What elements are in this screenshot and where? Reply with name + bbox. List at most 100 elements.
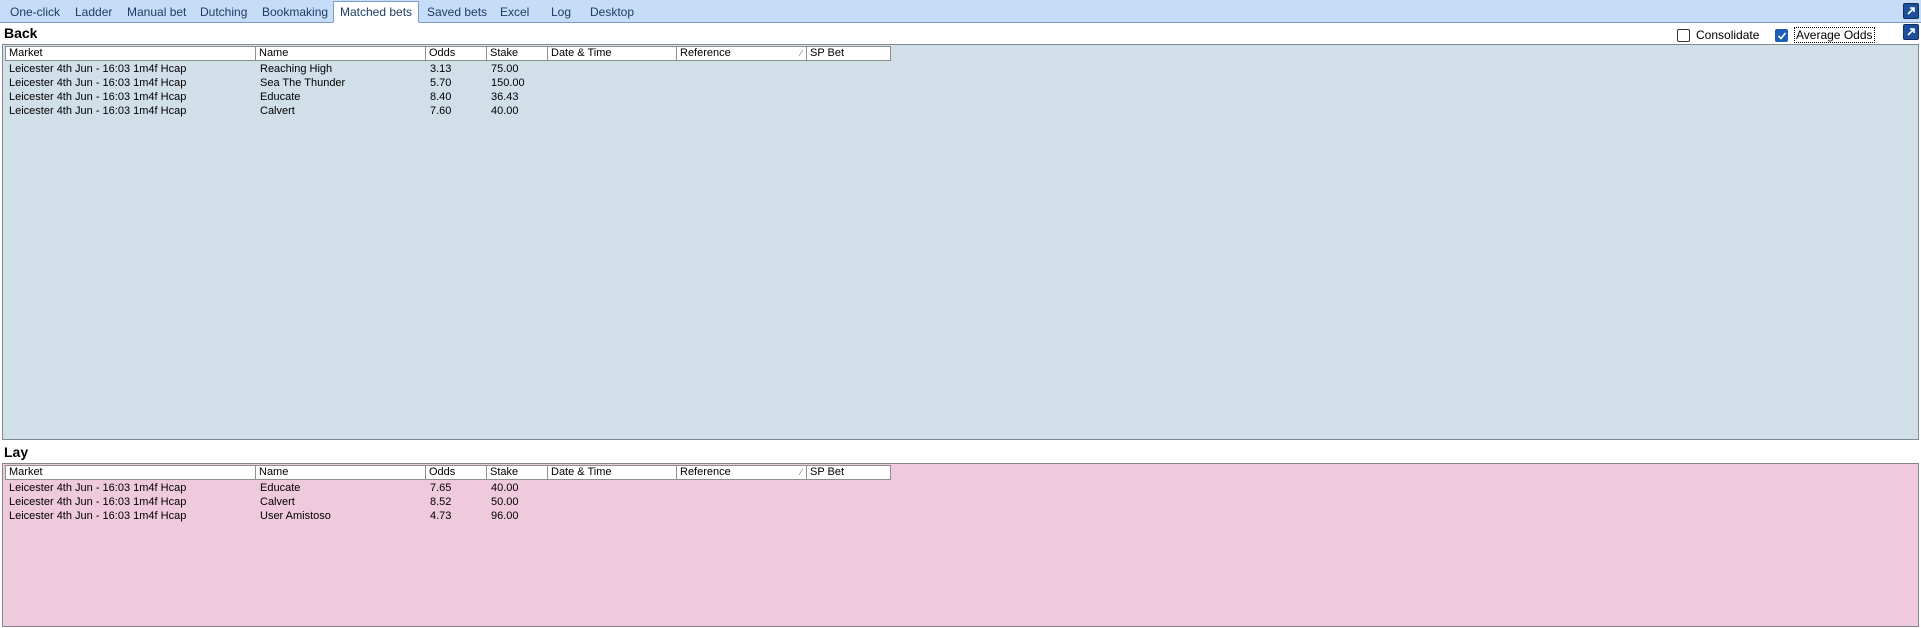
cell-datetime — [548, 481, 677, 495]
cell-sp-bet — [807, 62, 891, 76]
tab-matched-bets[interactable]: Matched bets — [333, 1, 420, 23]
lay-title: Lay — [4, 444, 29, 460]
cell-name: Educate — [260, 91, 301, 103]
pop-out-arrow-icon[interactable] — [1903, 3, 1919, 19]
column-header-stake[interactable]: Stake — [487, 465, 548, 480]
column-header-reference[interactable]: Reference ∕ — [677, 465, 807, 480]
cell-datetime — [548, 90, 677, 104]
tab-manual-bet[interactable]: Manual bet — [121, 2, 192, 22]
column-header-name[interactable]: Name — [256, 46, 426, 61]
pop-out-arrow-icon[interactable] — [1903, 24, 1919, 40]
cell-name: Reaching High — [260, 63, 333, 75]
column-header-reference-label: Reference — [680, 466, 731, 478]
checkmark-icon — [1777, 31, 1787, 40]
table-row[interactable]: Leicester 4th Jun - 16:03 1m4f Hcap Sea … — [5, 76, 891, 90]
cell-name: Calvert — [260, 496, 295, 508]
cell-stake: 40.00 — [491, 482, 519, 494]
column-header-reference[interactable]: Reference ∕ — [677, 46, 807, 61]
sort-indicator-icon: ∕ — [800, 467, 802, 477]
column-header-market[interactable]: Market — [5, 465, 256, 480]
cell-market: Leicester 4th Jun - 16:03 1m4f Hcap — [9, 482, 187, 494]
tab-bar: One-click Ladder Manual bet Dutching Boo… — [0, 0, 1921, 23]
tab-saved-bets[interactable]: Saved bets — [421, 2, 493, 22]
cell-datetime — [548, 76, 677, 90]
column-header-sp-bet[interactable]: SP Bet — [807, 465, 891, 480]
cell-odds: 3.13 — [430, 63, 452, 75]
cell-stake: 150.00 — [491, 77, 525, 89]
tab-log[interactable]: Log — [545, 2, 577, 22]
consolidate-checkbox[interactable] — [1677, 28, 1690, 42]
table-row[interactable]: Leicester 4th Jun - 16:03 1m4f Hcap Calv… — [5, 104, 891, 118]
back-grid-header: Market Name Odds Stake Date & Time Refer… — [5, 46, 891, 61]
tab-excel[interactable]: Excel — [494, 2, 535, 22]
column-header-market[interactable]: Market — [5, 46, 256, 61]
consolidate-option[interactable]: Consolidate — [1677, 27, 1759, 43]
back-title: Back — [4, 25, 38, 41]
column-header-sp-bet[interactable]: SP Bet — [807, 46, 891, 61]
tab-bookmaking[interactable]: Bookmaking — [256, 2, 334, 22]
table-row[interactable]: Leicester 4th Jun - 16:03 1m4f Hcap Educ… — [5, 90, 891, 104]
column-header-datetime[interactable]: Date & Time — [548, 465, 677, 480]
cell-sp-bet — [807, 90, 891, 104]
cell-market: Leicester 4th Jun - 16:03 1m4f Hcap — [9, 63, 187, 75]
column-header-odds[interactable]: Odds — [426, 46, 487, 61]
cell-stake: 36.43 — [491, 91, 519, 103]
cell-datetime — [548, 495, 677, 509]
cell-datetime — [548, 509, 677, 523]
back-bets-grid: Market Name Odds Stake Date & Time Refer… — [2, 44, 1919, 440]
lay-rows: Leicester 4th Jun - 16:03 1m4f Hcap Educ… — [5, 481, 891, 523]
cell-odds: 5.70 — [430, 77, 452, 89]
column-header-reference-label: Reference — [680, 47, 731, 59]
cell-market: Leicester 4th Jun - 16:03 1m4f Hcap — [9, 510, 187, 522]
table-row[interactable]: Leicester 4th Jun - 16:03 1m4f Hcap User… — [5, 509, 891, 523]
lay-bets-grid: Market Name Odds Stake Date & Time Refer… — [2, 463, 1919, 627]
lay-grid-header: Market Name Odds Stake Date & Time Refer… — [5, 465, 891, 480]
cell-stake: 96.00 — [491, 510, 519, 522]
tab-ladder[interactable]: Ladder — [69, 2, 118, 22]
cell-sp-bet — [807, 76, 891, 90]
cell-sp-bet — [807, 509, 891, 523]
cell-sp-bet — [807, 104, 891, 118]
cell-stake: 75.00 — [491, 63, 519, 75]
back-rows: Leicester 4th Jun - 16:03 1m4f Hcap Reac… — [5, 62, 891, 118]
column-header-stake[interactable]: Stake — [487, 46, 548, 61]
cell-market: Leicester 4th Jun - 16:03 1m4f Hcap — [9, 91, 187, 103]
column-header-datetime[interactable]: Date & Time — [548, 46, 677, 61]
cell-reference — [677, 90, 807, 104]
cell-reference — [677, 481, 807, 495]
cell-reference — [677, 104, 807, 118]
cell-market: Leicester 4th Jun - 16:03 1m4f Hcap — [9, 77, 187, 89]
tab-one-click[interactable]: One-click — [4, 2, 66, 22]
average-odds-option[interactable]: Average Odds — [1775, 27, 1875, 43]
table-row[interactable]: Leicester 4th Jun - 16:03 1m4f Hcap Calv… — [5, 495, 891, 509]
cell-name: Sea The Thunder — [260, 77, 346, 89]
average-odds-label: Average Odds — [1794, 27, 1875, 43]
tab-dutching[interactable]: Dutching — [194, 2, 253, 22]
table-row[interactable]: Leicester 4th Jun - 16:03 1m4f Hcap Educ… — [5, 481, 891, 495]
cell-reference — [677, 509, 807, 523]
sort-indicator-icon: ∕ — [800, 48, 802, 58]
cell-reference — [677, 62, 807, 76]
cell-reference — [677, 76, 807, 90]
cell-datetime — [548, 104, 677, 118]
cell-name: Calvert — [260, 105, 295, 117]
cell-name: User Amistoso — [260, 510, 331, 522]
column-header-odds[interactable]: Odds — [426, 465, 487, 480]
cell-reference — [677, 495, 807, 509]
cell-stake: 50.00 — [491, 496, 519, 508]
cell-odds: 4.73 — [430, 510, 452, 522]
cell-sp-bet — [807, 495, 891, 509]
cell-odds: 7.60 — [430, 105, 452, 117]
cell-stake: 40.00 — [491, 105, 519, 117]
cell-odds: 8.52 — [430, 496, 452, 508]
consolidate-label: Consolidate — [1696, 28, 1760, 42]
table-row[interactable]: Leicester 4th Jun - 16:03 1m4f Hcap Reac… — [5, 62, 891, 76]
cell-datetime — [548, 62, 677, 76]
cell-market: Leicester 4th Jun - 16:03 1m4f Hcap — [9, 496, 187, 508]
column-header-name[interactable]: Name — [256, 465, 426, 480]
cell-sp-bet — [807, 481, 891, 495]
cell-name: Educate — [260, 482, 301, 494]
tab-desktop[interactable]: Desktop — [584, 2, 640, 22]
average-odds-checkbox[interactable] — [1775, 28, 1788, 42]
cell-odds: 7.65 — [430, 482, 452, 494]
